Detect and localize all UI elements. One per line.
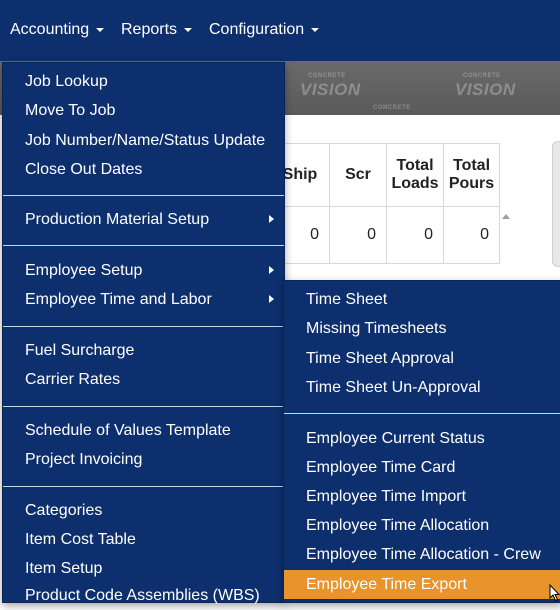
menu-item-item-setup[interactable]: Item Setup [3,554,284,583]
accounting-dropdown-menu: Job Lookup Move To Job Job Number/Name/S… [2,62,285,604]
submenu-item-employee-time-export[interactable]: Employee Time Export [284,570,560,599]
menu-item-fuel-surcharge[interactable]: Fuel Surcharge [3,336,284,365]
mouse-pointer-icon [549,584,560,602]
column-header-scr[interactable]: Scr [329,143,387,207]
menu-item-close-out-dates[interactable]: Close Out Dates [3,155,284,184]
menu-item-categories[interactable]: Categories [3,496,284,525]
submenu-item-time-sheet-un-approval[interactable]: Time Sheet Un-Approval [284,373,560,402]
submenu-item-missing-timesheets[interactable]: Missing Timesheets [284,314,560,343]
menu-divider [3,486,284,487]
menu-item-job-lookup[interactable]: Job Lookup [3,67,284,96]
scroll-up-arrow-icon[interactable] [502,214,510,219]
top-navbar: Accounting Reports Configuration [0,0,560,61]
submenu-item-employee-time-import[interactable]: Employee Time Import [284,482,560,511]
table-cell: 0 [329,206,387,264]
table-cell: 0 [443,206,500,264]
menu-item-project-invoicing[interactable]: Project Invoicing [3,445,284,474]
nav-configuration-label: Configuration [209,21,305,38]
caret-down-icon [184,28,193,32]
column-header-total-loads[interactable]: Total Loads [386,143,444,207]
nav-accounting-label: Accounting [10,21,90,38]
chevron-right-icon [269,266,274,274]
menu-item-product-code-assemblies[interactable]: Product Code Assemblies (WBS) [3,581,284,610]
chevron-right-icon [269,295,274,303]
nav-reports[interactable]: Reports [121,19,193,41]
menu-item-item-cost-table[interactable]: Item Cost Table [3,525,284,554]
submenu-item-employee-time-allocation-crew[interactable]: Employee Time Allocation - Crew [284,540,560,569]
menu-item-job-number-status-update[interactable]: Job Number/Name/Status Update [3,126,284,155]
submenu-item-employee-current-status[interactable]: Employee Current Status [284,424,560,453]
menu-item-production-material-setup[interactable]: Production Material Setup [3,205,284,234]
menu-item-move-to-job[interactable]: Move To Job [3,96,284,125]
menu-item-carrier-rates[interactable]: Carrier Rates [3,365,284,394]
menu-item-schedule-of-values-template[interactable]: Schedule of Values Template [3,416,284,445]
submenu-item-time-sheet[interactable]: Time Sheet [284,285,560,314]
menu-divider [3,326,284,327]
column-header-total-pours[interactable]: Total Pours [443,143,500,207]
side-panel [552,141,560,267]
menu-item-employee-setup[interactable]: Employee Setup [3,256,284,285]
menu-divider [3,195,284,196]
table-row: 0 0 0 0 [270,206,500,264]
menu-item-employee-time-and-labor[interactable]: Employee Time and Labor [3,285,284,314]
table-cell: 0 [386,206,444,264]
caret-down-icon [96,28,105,32]
submenu-item-employee-time-card[interactable]: Employee Time Card [284,453,560,482]
nav-reports-label: Reports [121,21,178,38]
table-header-row: Ship Scr Total Loads Total Pours [270,143,500,207]
nav-configuration[interactable]: Configuration [209,19,320,41]
summary-table: Ship Scr Total Loads Total Pours 0 0 0 0 [270,143,500,264]
menu-divider [284,413,560,414]
submenu-item-employee-time-allocation[interactable]: Employee Time Allocation [284,511,560,540]
submenu-item-time-sheet-approval[interactable]: Time Sheet Approval [284,344,560,373]
employee-time-and-labor-submenu: Time Sheet Missing Timesheets Time Sheet… [283,280,560,603]
menu-divider [3,245,284,246]
caret-down-icon [311,28,320,32]
brand-logo: CONCRETEVISION [455,73,516,99]
brand-logo: CONCRETEVISION [300,73,361,99]
chevron-right-icon [269,215,274,223]
menu-divider [3,406,284,407]
nav-accounting[interactable]: Accounting [10,19,105,41]
